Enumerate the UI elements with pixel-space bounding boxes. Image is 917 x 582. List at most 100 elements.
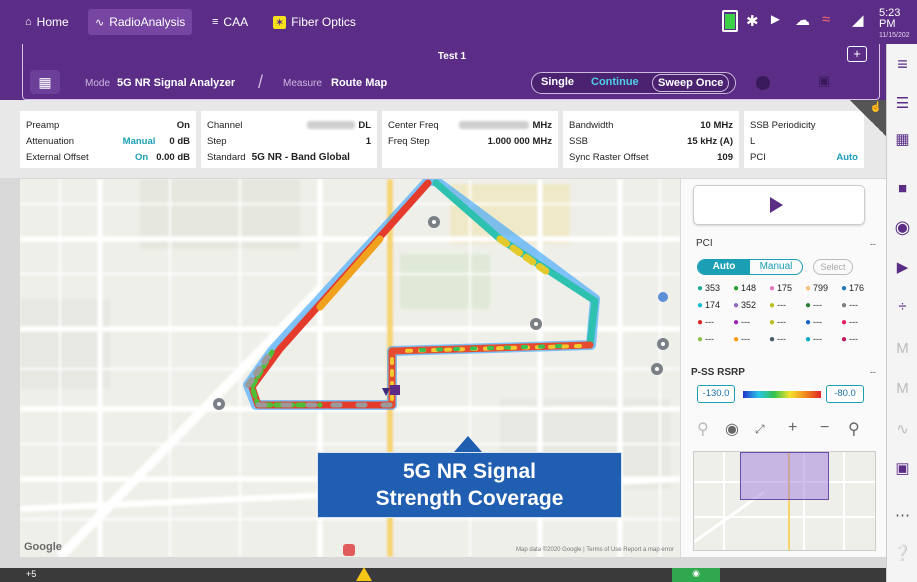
pci-color-dot: ●	[805, 317, 812, 328]
tab-fiber-optics[interactable]: ✶ Fiber Optics	[266, 9, 363, 35]
gps-location-icon[interactable]: ◉	[672, 568, 720, 582]
app-window: ⌂ Home ∿ RadioAnalysis ≡ CAA ✶ Fiber Opt…	[0, 0, 917, 582]
sweep-once-button[interactable]: Sweep Once	[652, 74, 730, 92]
locate-icon[interactable]: ◉	[725, 419, 739, 439]
param-label: Bandwidth	[569, 119, 614, 131]
marker2-icon[interactable]: M	[887, 380, 917, 397]
rsrp-min-input[interactable]: -130.0	[697, 385, 735, 403]
right-rail: ≡ ☰ ▦ ■ ◉ ▶ ÷ M M ∿ ▣ ⋯ ❔	[886, 44, 917, 582]
map-footer[interactable]: Map data ©2020 Google | Terms of Use Rep…	[516, 547, 674, 553]
pci-color-dot: ●	[841, 283, 848, 294]
layout-icon[interactable]: ▦	[887, 130, 917, 148]
top-bar: ⌂ Home ∿ RadioAnalysis ≡ CAA ✶ Fiber Opt…	[0, 0, 917, 44]
pci-legend-item: ● 175	[769, 283, 792, 294]
record-indicator[interactable]	[756, 76, 770, 90]
overview-minimap[interactable]	[693, 451, 876, 551]
test-panel: Test 1 +	[22, 44, 880, 100]
play-button[interactable]	[693, 185, 865, 225]
rsrp-max-input[interactable]: -80.0	[826, 385, 864, 403]
clock-date: 11/15/202	[879, 32, 910, 39]
pci-legend-item: ● ---	[805, 300, 822, 311]
pci-value: ---	[777, 334, 787, 344]
pci-color-dot: ●	[697, 300, 704, 311]
split-icon[interactable]: ÷	[887, 298, 917, 315]
wifi-off-icon: ≈	[822, 11, 831, 28]
zoom-in-icon[interactable]: +	[788, 419, 797, 437]
apps-grid-button[interactable]: ▦	[30, 70, 60, 94]
pci-value: ---	[813, 334, 823, 344]
save-icon[interactable]: ◉	[887, 217, 917, 238]
touch-icon: ☝	[869, 102, 882, 113]
pci-manual-button[interactable]: Manual	[750, 260, 802, 274]
param-card-bandwidth[interactable]: Bandwidth 10 MHz SSB 15 kHz (A) Sync Raste…	[563, 111, 739, 168]
param-card-preamp[interactable]: Preamp On Attenuation Manual 0 dB External …	[20, 111, 196, 168]
folder-icon[interactable]: ▶	[887, 258, 917, 276]
tab-home[interactable]: ⌂ Home	[18, 9, 76, 35]
zoom-out-icon[interactable]: −	[820, 419, 829, 437]
pci-color-dot: ●	[769, 317, 776, 328]
pci-value: 148	[741, 283, 757, 293]
add-test-button[interactable]: +	[847, 46, 867, 62]
pci-color-dot: ●	[769, 334, 776, 345]
screenshot-icon[interactable]: ▣	[887, 459, 917, 477]
sweep-continue-button[interactable]: Continue	[591, 76, 639, 88]
pci-select-button[interactable]: Select	[813, 259, 853, 275]
side-panel: PCI -- Auto Manual Select ● 353 ● 148 ● 175 ● 7…	[681, 179, 886, 557]
settings-sliders-icon[interactable]: ☰	[887, 94, 917, 112]
help-icon[interactable]: ❔	[887, 544, 917, 562]
param-value: 1.000 000 MHz	[487, 135, 552, 147]
pci-legend-item: ● ---	[769, 334, 786, 345]
param-label: Standard	[207, 151, 246, 163]
tab-label: RadioAnalysis	[109, 15, 186, 29]
param-card-channel[interactable]: Channel DL Step 1 Standard 5G NR - Band Glo…	[201, 111, 377, 168]
param-label: Freq Step	[388, 135, 430, 147]
fit-screen-icon[interactable]: ⤢	[755, 422, 765, 437]
param-label: Center Freq	[388, 119, 439, 131]
pci-legend-item: ● 352	[733, 300, 756, 311]
param-card-freq[interactable]: Center Freq MHz Freq Step 1.000 000 MHz	[382, 111, 558, 168]
pci-auto-button[interactable]: Auto	[698, 260, 750, 274]
lock-icon[interactable]: ■	[887, 180, 917, 197]
tab-label: CAA	[223, 15, 249, 29]
pci-legend-item: ● ---	[733, 317, 750, 328]
pci-color-dot: ●	[733, 317, 740, 328]
pci-color-dot: ●	[697, 283, 704, 294]
param-label: Preamp	[26, 119, 60, 131]
tab-label: Fiber Optics	[291, 15, 356, 29]
clock: 5:23 PM 11/15/202	[879, 8, 917, 41]
warning-icon[interactable]	[356, 567, 372, 581]
param-card-ssb[interactable]: SSB Periodicity L PCI Auto	[744, 111, 864, 168]
tab-radioanalysis[interactable]: ∿ RadioAnalysis	[88, 9, 193, 35]
param-label: SSB Periodicity	[750, 119, 816, 131]
param-label: PCI	[750, 151, 766, 163]
measure-value[interactable]: Route Map	[331, 77, 387, 89]
pci-value: 175	[777, 283, 793, 293]
measure-label: Measure	[283, 78, 322, 89]
mode-value[interactable]: 5G NR Signal Analyzer	[117, 77, 235, 89]
search-icon[interactable]: ⚲	[848, 419, 860, 439]
tab-label: Home	[36, 15, 69, 29]
touch-corner-button[interactable]: ☝	[850, 100, 886, 136]
more-icon[interactable]: ⋯	[887, 506, 917, 524]
minimap-viewport[interactable]	[740, 452, 829, 500]
trace-icon[interactable]: ∿	[887, 420, 917, 438]
rsrp-title: P-SS RSRP	[691, 367, 745, 378]
sweep-single-button[interactable]: Single	[541, 76, 574, 88]
antenna-icon[interactable]: ⚲	[697, 419, 709, 439]
pci-legend-item: ● 176	[841, 283, 864, 294]
pci-legend-item: ● ---	[841, 317, 858, 328]
pci-color-dot: ●	[697, 334, 704, 345]
lock-icon[interactable]: ▣	[818, 73, 830, 89]
battery-icon	[722, 10, 738, 32]
menu-icon[interactable]: ≡	[887, 54, 917, 75]
pci-legend-item: ● ---	[841, 300, 858, 311]
pci-color-dot: ●	[733, 334, 740, 345]
tab-caa[interactable]: ≡ CAA	[205, 9, 255, 35]
sweep-toggle: Single Continue Sweep Once	[531, 72, 736, 94]
pci-value: ---	[813, 300, 823, 310]
pci-color-dot: ●	[805, 283, 812, 294]
bluetooth-icon: ✱	[746, 13, 759, 30]
notifications-count[interactable]: +5	[26, 569, 36, 579]
param-value: 109	[717, 151, 733, 163]
marker-icon[interactable]: M	[887, 340, 917, 357]
